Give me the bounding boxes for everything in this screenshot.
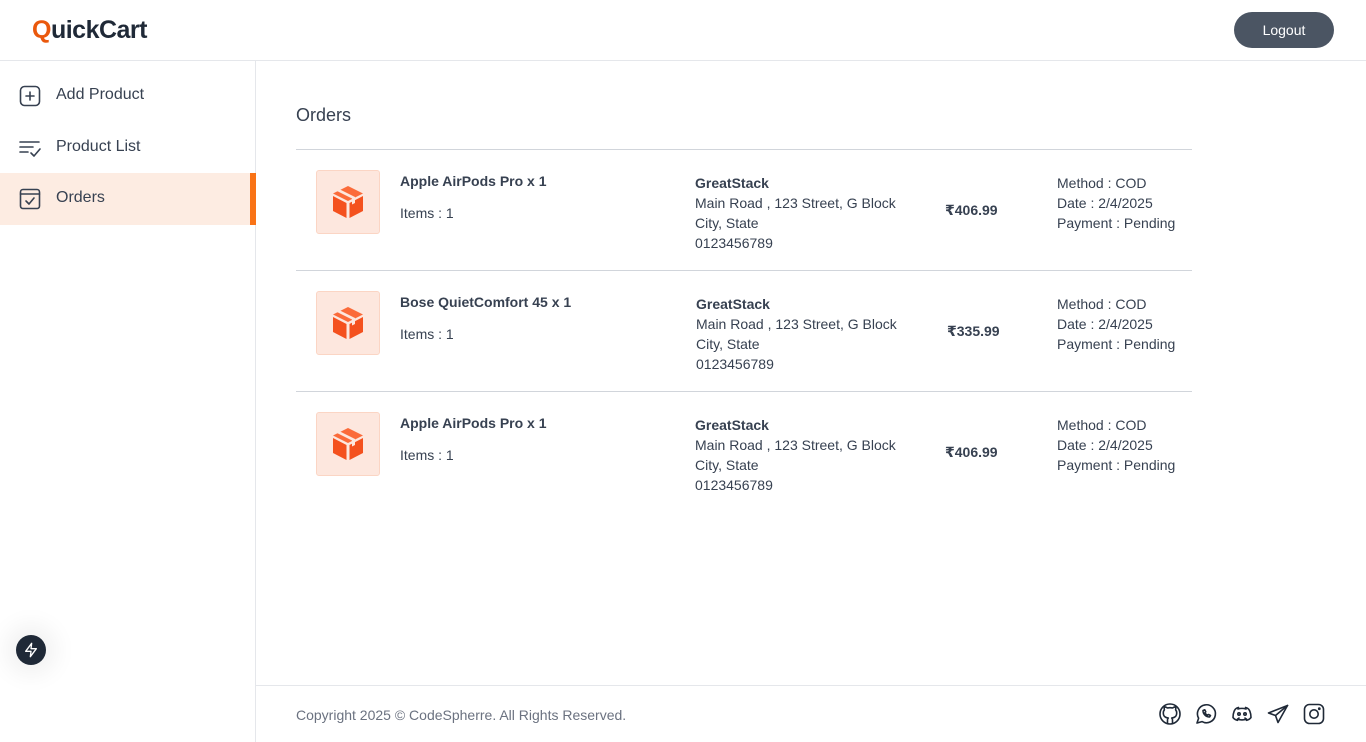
- order-row: Bose QuietComfort 45 x 1 Items : 1 Great…: [296, 270, 1192, 391]
- items-count: Items : 1: [400, 326, 454, 342]
- customer-name: GreatStack: [696, 296, 770, 312]
- sidebar-item-label: Orders: [56, 189, 105, 206]
- customer-name: GreatStack: [695, 175, 769, 191]
- customer-name: GreatStack: [695, 417, 769, 433]
- page-title: Orders: [296, 105, 352, 125]
- order-row: Apple AirPods Pro x 1 Items : 1 GreatSta…: [296, 149, 1192, 270]
- order-amount: ₹406.99: [945, 444, 998, 460]
- items-count: Items : 1: [400, 447, 454, 463]
- logout-button[interactable]: Logout: [1234, 12, 1334, 48]
- logo-text: uickCart: [50, 16, 148, 44]
- payment-method: Method : COD: [1057, 296, 1147, 312]
- payment-status: Payment : Pending: [1057, 215, 1176, 231]
- payment-method: Method : COD: [1057, 417, 1147, 433]
- order-amount: ₹335.99: [947, 323, 1000, 339]
- payment-status: Payment : Pending: [1057, 457, 1176, 473]
- payment-info: Method : COD Date : 2/4/2025 Payment : P…: [1057, 173, 1175, 233]
- address-line: Main Road , 123 Street, G Block: [695, 437, 896, 453]
- orders-list: Apple AirPods Pro x 1 Items : 1 GreatSta…: [296, 149, 1192, 512]
- bolt-button[interactable]: [16, 635, 46, 665]
- sidebar-item-label: Add Product: [56, 86, 145, 103]
- order-date: Date : 2/4/2025: [1057, 316, 1153, 332]
- bolt-icon: [25, 642, 37, 658]
- order-date: Date : 2/4/2025: [1057, 195, 1153, 211]
- order-date: Date : 2/4/2025: [1057, 437, 1153, 453]
- whatsapp-icon[interactable]: [1194, 702, 1218, 726]
- quickcart-logo[interactable]: QuickCart: [32, 16, 148, 45]
- payment-info: Method : COD Date : 2/4/2025 Payment : P…: [1057, 294, 1175, 354]
- github-icon[interactable]: [1158, 702, 1182, 726]
- package-icon: [316, 170, 380, 234]
- payment-info: Method : COD Date : 2/4/2025 Payment : P…: [1057, 415, 1175, 475]
- shipping-address: GreatStack Main Road , 123 Street, G Blo…: [696, 294, 897, 374]
- phone-number: 0123456789: [695, 235, 773, 251]
- top-header: QuickCart Logout: [0, 0, 1366, 61]
- city-state: City, State: [696, 336, 760, 352]
- address-line: Main Road , 123 Street, G Block: [696, 316, 897, 332]
- sidebar-item-product-list[interactable]: Product List: [0, 122, 256, 174]
- product-name: Apple AirPods Pro x 1: [400, 173, 547, 189]
- product-name: Apple AirPods Pro x 1: [400, 415, 547, 431]
- items-count: Items : 1: [400, 205, 454, 221]
- add-square-icon: [18, 84, 42, 108]
- sidebar-item-label: Product List: [56, 138, 141, 155]
- city-state: City, State: [695, 457, 759, 473]
- checkbox-icon: [18, 187, 42, 211]
- phone-number: 0123456789: [696, 356, 774, 372]
- order-amount: ₹406.99: [945, 202, 998, 218]
- product-name: Bose QuietComfort 45 x 1: [400, 294, 572, 310]
- package-icon: [316, 291, 380, 355]
- payment-status: Payment : Pending: [1057, 336, 1176, 352]
- footer: Copyright 2025 © CodeSpherre. All Rights…: [256, 685, 1366, 742]
- social-links: [1158, 702, 1326, 726]
- phone-number: 0123456789: [695, 477, 773, 493]
- sidebar-item-add-product[interactable]: Add Product: [0, 70, 256, 122]
- list-check-icon: [18, 136, 42, 160]
- shipping-address: GreatStack Main Road , 123 Street, G Blo…: [695, 173, 896, 253]
- discord-icon[interactable]: [1230, 702, 1254, 726]
- sidebar: Add Product Product List Orders: [0, 61, 256, 742]
- package-icon: [316, 412, 380, 476]
- payment-method: Method : COD: [1057, 175, 1147, 191]
- shipping-address: GreatStack Main Road , 123 Street, G Blo…: [695, 415, 896, 495]
- copyright-text: Copyright 2025 © CodeSpherre. All Rights…: [296, 707, 627, 723]
- sidebar-item-orders[interactable]: Orders: [0, 173, 256, 225]
- instagram-icon[interactable]: [1302, 702, 1326, 726]
- telegram-icon[interactable]: [1266, 702, 1290, 726]
- order-row: Apple AirPods Pro x 1 Items : 1 GreatSta…: [296, 391, 1192, 512]
- address-line: Main Road , 123 Street, G Block: [695, 195, 896, 211]
- city-state: City, State: [695, 215, 759, 231]
- logo-accent-letter: Q: [32, 16, 51, 44]
